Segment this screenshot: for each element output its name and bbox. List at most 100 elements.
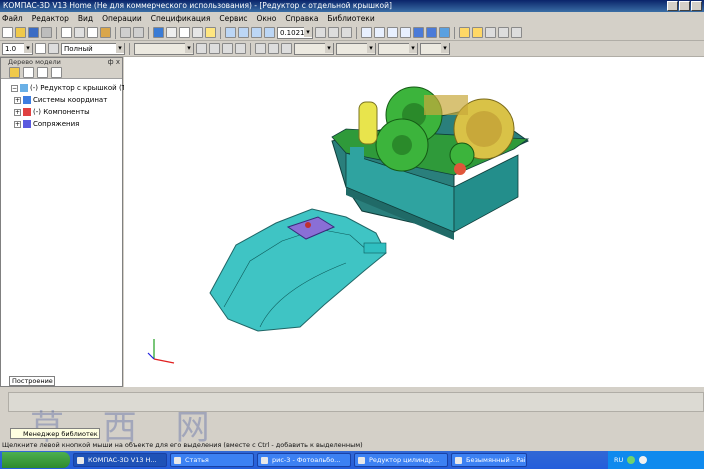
preview-icon[interactable] xyxy=(61,27,72,38)
variables-icon[interactable] xyxy=(166,27,177,38)
tree-separate-icon[interactable] xyxy=(51,67,62,78)
print-icon[interactable] xyxy=(41,27,52,38)
language-indicator[interactable]: RU xyxy=(614,456,623,464)
wireframe-icon[interactable] xyxy=(361,27,372,38)
collapse-icon[interactable]: − xyxy=(11,84,18,92)
toolbar-separator xyxy=(356,26,357,39)
tab-construction[interactable]: Построение xyxy=(9,376,55,386)
tree-item-components[interactable]: + (-) Компоненты xyxy=(1,106,122,118)
redo-icon[interactable] xyxy=(133,27,144,38)
model-viewport[interactable] xyxy=(124,57,704,387)
expand-icon[interactable]: + xyxy=(14,120,21,128)
thin-lines-icon[interactable] xyxy=(387,27,398,38)
no-hidden-icon[interactable] xyxy=(400,27,411,38)
library-manager-icon[interactable] xyxy=(153,27,164,38)
menu-help[interactable]: Справка xyxy=(285,12,318,25)
style-icon[interactable] xyxy=(48,43,59,54)
taskbar: КОМПАС-3D V13 H... Статья рис-3 - Фотоал… xyxy=(0,451,704,469)
menu-service[interactable]: Сервис xyxy=(219,12,247,25)
toolbar-separator xyxy=(454,26,455,39)
hidden-lines-icon[interactable] xyxy=(374,27,385,38)
open-icon[interactable] xyxy=(15,27,26,38)
coord-z-field[interactable] xyxy=(378,42,418,55)
cut-icon[interactable] xyxy=(74,27,85,38)
tree-item-coordinate-systems[interactable]: + Системы координат xyxy=(1,94,122,106)
menu-file[interactable]: Файл xyxy=(2,12,23,25)
snap-icon[interactable] xyxy=(255,43,266,54)
param-field[interactable] xyxy=(420,42,450,55)
pin-icon[interactable]: ф x xyxy=(108,58,120,67)
shaded-edges-icon[interactable] xyxy=(426,27,437,38)
tray-icon[interactable] xyxy=(639,456,648,464)
tree-view-icon[interactable] xyxy=(23,67,34,78)
zoom-scale-icon[interactable] xyxy=(264,27,275,38)
menu-specification[interactable]: Спецификация xyxy=(151,12,211,25)
local-cs-icon[interactable] xyxy=(281,43,292,54)
measure-icon[interactable] xyxy=(192,27,203,38)
model-render xyxy=(147,86,530,364)
library-manager-tab[interactable]: Менеджер библиотек xyxy=(10,428,100,439)
tree-root[interactable]: − (-) Редуктор с крышкой (Тел xyxy=(1,82,135,94)
taskbar-button-paint[interactable]: Безымянный - Paint xyxy=(451,453,527,467)
menu-window[interactable]: Окно xyxy=(256,12,276,25)
properties-icon[interactable] xyxy=(485,27,496,38)
help-icon[interactable] xyxy=(205,27,216,38)
taskbar-button-reducer[interactable]: Редуктор цилиндр... xyxy=(354,453,448,467)
layer-icon[interactable] xyxy=(35,43,46,54)
layer-state-icon[interactable] xyxy=(196,43,207,54)
expand-icon[interactable]: + xyxy=(14,108,21,116)
taskbar-button-article[interactable]: Статья xyxy=(170,453,254,467)
menu-operations[interactable]: Операции xyxy=(102,12,142,25)
menu-libraries[interactable]: Библиотеки xyxy=(327,12,374,25)
tray-icon[interactable] xyxy=(627,456,636,464)
layer-visible-icon[interactable] xyxy=(222,43,233,54)
coord-y-field[interactable] xyxy=(336,42,376,55)
format-toolbar: 1.0 Полный xyxy=(0,41,704,57)
grid-icon[interactable] xyxy=(511,27,522,38)
layer-combo[interactable] xyxy=(134,42,194,55)
pan-icon[interactable] xyxy=(315,27,326,38)
filter-icon[interactable] xyxy=(472,27,483,38)
zoom-in-icon[interactable] xyxy=(238,27,249,38)
line-style-combo[interactable]: Полный xyxy=(61,42,125,55)
undo-icon[interactable] xyxy=(120,27,131,38)
tree-item-mates[interactable]: + Сопряжения xyxy=(1,118,122,130)
new-document-icon[interactable] xyxy=(2,27,13,38)
gearbox-assembly[interactable] xyxy=(331,86,530,240)
standard-toolbar: 0.1021 xyxy=(0,25,704,41)
close-button[interactable] xyxy=(691,1,702,11)
zoom-combo[interactable]: 0.1021 xyxy=(277,26,313,39)
tree-item-label: (-) Компоненты xyxy=(33,108,90,116)
tree-item-label: Системы координат xyxy=(33,96,108,104)
start-button[interactable] xyxy=(2,452,70,468)
rotate-icon[interactable] xyxy=(328,27,339,38)
gearbox-cover[interactable] xyxy=(209,208,387,332)
layer-lock-icon[interactable] xyxy=(209,43,220,54)
expand-icon[interactable]: + xyxy=(14,96,21,104)
line-width-combo[interactable]: 1.0 xyxy=(2,42,33,55)
paste-icon[interactable] xyxy=(100,27,111,38)
save-icon[interactable] xyxy=(28,27,39,38)
fx-icon[interactable] xyxy=(179,27,190,38)
model-tree-panel: Дерево модели ф x − (-) Редуктор с крышк… xyxy=(0,57,135,387)
zoom-window-icon[interactable] xyxy=(225,27,236,38)
menu-editor[interactable]: Редактор xyxy=(32,12,69,25)
select-icon[interactable] xyxy=(459,27,470,38)
coord-x-field[interactable] xyxy=(294,42,334,55)
orient-icon[interactable] xyxy=(341,27,352,38)
taskbar-button-kompas[interactable]: КОМПАС-3D V13 H... xyxy=(73,453,167,467)
tree-order-icon[interactable] xyxy=(9,67,20,78)
window-title: КОМПАС-3D V13 Home (Не для коммерческого… xyxy=(3,1,392,10)
snap-options-icon[interactable] xyxy=(268,43,279,54)
color-icon[interactable] xyxy=(235,43,246,54)
menu-view[interactable]: Вид xyxy=(78,12,93,25)
copy-icon[interactable] xyxy=(87,27,98,38)
tree-icon[interactable] xyxy=(498,27,509,38)
perspective-icon[interactable] xyxy=(439,27,450,38)
tree-history-icon[interactable] xyxy=(37,67,48,78)
minimize-button[interactable] xyxy=(667,1,678,11)
maximize-button[interactable] xyxy=(679,1,690,11)
taskbar-button-photoalbum[interactable]: рис-3 - Фотоальбо... xyxy=(257,453,351,467)
shaded-icon[interactable] xyxy=(413,27,424,38)
zoom-out-icon[interactable] xyxy=(251,27,262,38)
